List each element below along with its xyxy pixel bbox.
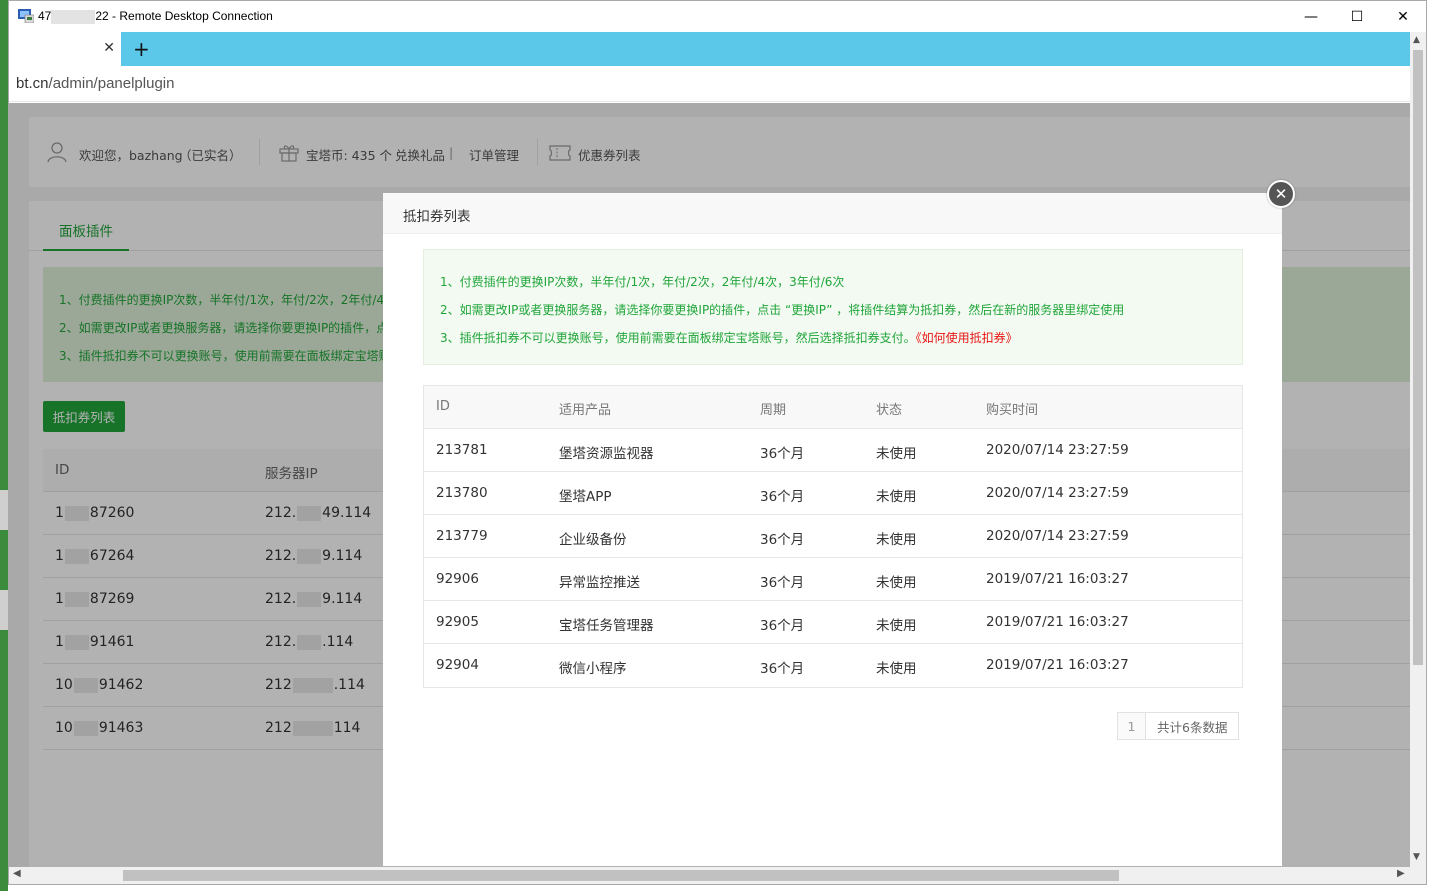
modal-notice: 1、付费插件的更换IP次数，半年付/1次，年付/2次，2年付/4次，3年付/6次… <box>423 249 1243 365</box>
modal-title: 抵扣券列表 <box>403 209 471 225</box>
window-titlebar: 47 22 - Remote Desktop Connection — ☐ ✕ <box>9 1 1426 32</box>
vertical-scroll-thumb[interactable] <box>1413 50 1423 665</box>
table-row: 213781 堡塔资源监视器 36个月 未使用 2020/07/14 23:27… <box>424 429 1242 472</box>
minimize-button[interactable]: — <box>1288 1 1334 32</box>
maximize-button[interactable]: ☐ <box>1334 1 1380 32</box>
url-text[interactable]: bt.cn/admin/panelplugin <box>16 75 174 92</box>
coupon-id: 213780 <box>436 485 488 501</box>
coupon-cycle: 36个月 <box>760 489 805 505</box>
column-header-id: ID <box>436 399 450 414</box>
column-header-time: 购买时间 <box>986 403 1039 418</box>
tab-close-icon[interactable]: ✕ <box>103 40 115 56</box>
browser-tabstrip: ✕ + <box>9 32 1410 66</box>
coupon-product: 堡塔APP <box>559 489 612 505</box>
coupon-id: 213779 <box>436 528 488 544</box>
coupon-cycle: 36个月 <box>760 618 805 634</box>
coupon-cycle: 36个月 <box>760 575 805 591</box>
coupon-purchase-time: 2020/07/14 23:27:59 <box>986 442 1129 458</box>
window-title: 47 22 - Remote Desktop Connection <box>38 9 273 24</box>
table-row: 213780 堡塔APP 36个月 未使用 2020/07/14 23:27:5… <box>424 472 1242 515</box>
notice-line: 3、插件抵扣券不可以更换账号，使用前需要在面板绑定宝塔账号，然后选择抵扣券支付。… <box>440 331 1018 345</box>
chevron-down-icon[interactable]: ▼ <box>1413 852 1420 862</box>
coupon-cycle: 36个月 <box>760 661 805 677</box>
address-bar[interactable]: bt.cn/admin/panelplugin <box>9 66 1410 102</box>
table-row: 213779 企业级备份 36个月 未使用 2020/07/14 23:27:5… <box>424 515 1242 558</box>
coupon-id: 92906 <box>436 571 479 587</box>
column-header-cycle: 周期 <box>760 403 787 418</box>
how-to-use-coupon-link[interactable]: 《如何使用抵扣券》 <box>916 331 1018 345</box>
table-header: ID 适用产品 周期 状态 购买时间 <box>424 386 1242 429</box>
coupon-status: 未使用 <box>876 575 917 591</box>
coupon-purchase-time: 2019/07/21 16:03:27 <box>986 657 1129 673</box>
vertical-scrollbar[interactable]: ▲ ▼ <box>1410 32 1426 867</box>
chevron-left-icon[interactable]: ◀ <box>13 868 21 879</box>
notice-line: 2、如需更改IP或者更换服务器，请选择你要更换IP的插件，点击 “更换IP” ，… <box>440 303 1125 317</box>
coupon-status: 未使用 <box>876 489 917 505</box>
horizontal-scroll-thumb[interactable] <box>123 870 1119 881</box>
coupon-status: 未使用 <box>876 618 917 634</box>
coupon-cycle: 36个月 <box>760 446 805 462</box>
modal-header: 抵扣券列表 <box>383 193 1282 234</box>
coupon-product: 异常监控推送 <box>559 575 640 591</box>
masked-text <box>51 9 96 24</box>
column-header-status: 状态 <box>876 403 903 418</box>
coupon-product: 企业级备份 <box>559 532 627 548</box>
modal-close-icon[interactable]: ✕ <box>1267 180 1295 208</box>
coupon-cycle: 36个月 <box>760 532 805 548</box>
horizontal-scrollbar[interactable]: ◀ ▶ <box>9 867 1426 884</box>
coupon-purchase-time: 2019/07/21 16:03:27 <box>986 614 1129 630</box>
page-number-button[interactable]: 1 <box>1118 713 1146 739</box>
browser-tab[interactable]: ✕ <box>9 32 121 66</box>
desktop-edge-notch <box>0 590 8 630</box>
column-header-product: 适用产品 <box>559 403 612 418</box>
coupon-list-modal: 抵扣券列表 1、付费插件的更换IP次数，半年付/1次，年付/2次，2年付/4次，… <box>383 193 1282 866</box>
window-close-button[interactable]: ✕ <box>1380 1 1426 32</box>
pagination: 1 共计6条数据 <box>1117 712 1240 740</box>
coupon-table: ID 适用产品 周期 状态 购买时间 213781 堡塔资源监视器 36个月 未… <box>423 385 1243 688</box>
notice-line: 1、付费插件的更换IP次数，半年付/1次，年付/2次，2年付/4次，3年付/6次 <box>440 275 845 289</box>
table-row: 92906 异常监控推送 36个月 未使用 2019/07/21 16:03:2… <box>424 558 1242 601</box>
chevron-right-icon[interactable]: ▶ <box>1397 868 1405 879</box>
desktop-left-edge <box>0 0 8 891</box>
coupon-purchase-time: 2020/07/14 23:27:59 <box>986 485 1129 501</box>
coupon-product: 微信小程序 <box>559 661 627 677</box>
desktop-edge-notch <box>0 490 8 530</box>
coupon-product: 堡塔资源监视器 <box>559 446 654 462</box>
coupon-status: 未使用 <box>876 661 917 677</box>
new-tab-plus-icon[interactable]: + <box>133 37 150 61</box>
coupon-purchase-time: 2020/07/14 23:27:59 <box>986 528 1129 544</box>
coupon-status: 未使用 <box>876 446 917 462</box>
table-row: 92905 宝塔任务管理器 36个月 未使用 2019/07/21 16:03:… <box>424 601 1242 644</box>
chevron-up-icon[interactable]: ▲ <box>1413 35 1420 45</box>
coupon-product: 宝塔任务管理器 <box>559 618 654 634</box>
coupon-status: 未使用 <box>876 532 917 548</box>
coupon-id: 213781 <box>436 442 488 458</box>
rdp-app-icon <box>18 9 34 23</box>
total-count: 共计6条数据 <box>1157 719 1228 735</box>
coupon-id: 92905 <box>436 614 479 630</box>
coupon-id: 92904 <box>436 657 479 673</box>
table-row: 92904 微信小程序 36个月 未使用 2019/07/21 16:03:27 <box>424 644 1242 687</box>
coupon-purchase-time: 2019/07/21 16:03:27 <box>986 571 1129 587</box>
